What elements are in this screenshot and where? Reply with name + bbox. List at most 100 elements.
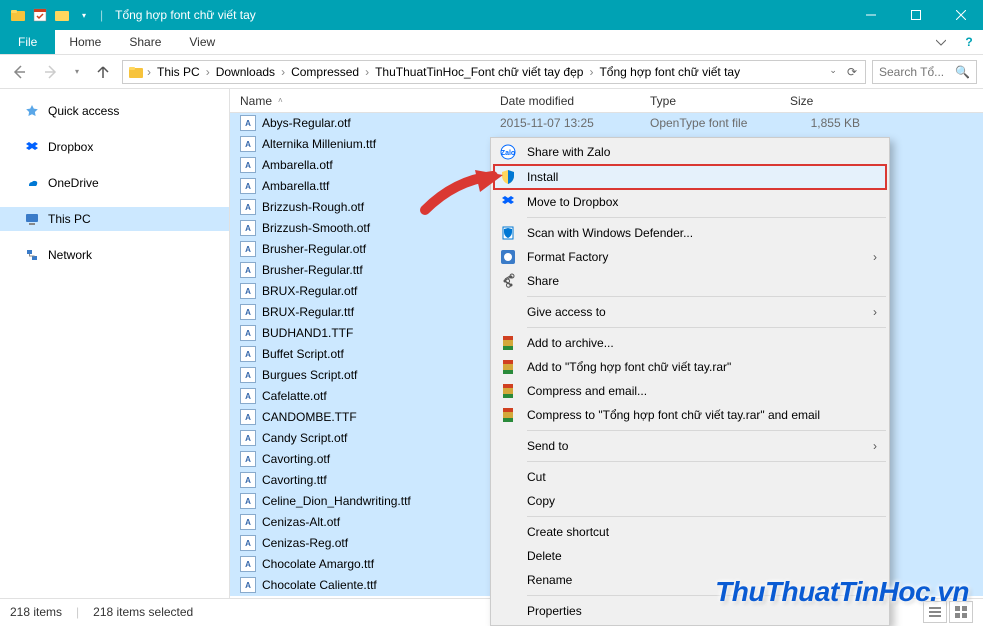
svg-text:Zalo: Zalo [501, 150, 515, 157]
search-input[interactable] [879, 65, 955, 79]
ribbon: File Home Share View ? [0, 30, 983, 55]
font-file-icon: A [240, 199, 256, 215]
sidebar-item-label: Quick access [48, 104, 119, 118]
help-icon[interactable]: ? [955, 30, 983, 54]
new-folder-icon[interactable] [52, 5, 72, 25]
font-file-icon: A [240, 241, 256, 257]
maximize-button[interactable] [893, 0, 938, 30]
menu-item-copy[interactable]: Copy [493, 489, 887, 513]
folder-icon [127, 63, 145, 81]
font-file-icon: A [240, 304, 256, 320]
star-icon [24, 103, 40, 119]
ribbon-expand-icon[interactable] [927, 30, 955, 54]
column-name[interactable]: Name˄ [230, 94, 490, 108]
menu-item-create-shortcut[interactable]: Create shortcut [493, 520, 887, 544]
window-title: Tổng hợp font chữ viết tay [115, 8, 256, 22]
sidebar-item-label: OneDrive [48, 176, 99, 190]
font-file-icon: A [240, 514, 256, 530]
sidebar-item-network[interactable]: Network [0, 243, 229, 267]
watermark: ThuThuatTinHoc.vn [715, 576, 969, 608]
context-menu: ZaloShare with ZaloInstallMove to Dropbo… [490, 137, 890, 626]
file-name: Chocolate Amargo.ttf [262, 557, 374, 571]
address-bar[interactable]: › This PC › Downloads › Compressed › Thu… [122, 60, 866, 84]
file-tab[interactable]: File [0, 30, 55, 54]
menu-item-share-with-zalo[interactable]: ZaloShare with Zalo [493, 140, 887, 164]
up-button[interactable] [90, 59, 116, 85]
chevron-right-icon[interactable]: › [363, 65, 371, 79]
close-button[interactable] [938, 0, 983, 30]
breadcrumb[interactable]: Downloads [212, 65, 279, 79]
refresh-icon[interactable]: ⟳ [843, 65, 861, 79]
menu-item-move-to-dropbox[interactable]: Move to Dropbox [493, 190, 887, 214]
chevron-right-icon[interactable]: › [587, 65, 595, 79]
column-size[interactable]: Size [780, 94, 880, 108]
font-file-icon: A [240, 472, 256, 488]
column-date[interactable]: Date modified [490, 94, 640, 108]
chevron-right-icon[interactable]: › [145, 65, 153, 79]
menu-item-add-to-archive[interactable]: Add to archive... [493, 331, 887, 355]
submenu-arrow-icon: › [873, 250, 877, 264]
font-file-icon: A [240, 451, 256, 467]
font-file-icon: A [240, 325, 256, 341]
file-name: Abys-Regular.otf [262, 116, 351, 130]
column-type[interactable]: Type [640, 94, 780, 108]
address-dropdown-icon[interactable]: ⌄ [825, 65, 841, 79]
menu-item-label: Add to archive... [527, 336, 614, 350]
forward-button[interactable] [38, 59, 64, 85]
qat-dropdown-icon[interactable]: ▾ [74, 5, 94, 25]
breadcrumb[interactable]: Compressed [287, 65, 363, 79]
file-name: BRUX-Regular.ttf [262, 305, 354, 319]
tab-share[interactable]: Share [115, 30, 175, 54]
pc-icon [24, 211, 40, 227]
breadcrumb[interactable]: ThuThuatTinHoc_Font chữ viết tay đẹp [371, 65, 587, 79]
menu-item-cut[interactable]: Cut [493, 465, 887, 489]
properties-icon[interactable] [30, 5, 50, 25]
column-headers: Name˄ Date modified Type Size [230, 89, 983, 113]
sidebar-item-this-pc[interactable]: This PC [0, 207, 229, 231]
font-file-icon: A [240, 577, 256, 593]
chevron-right-icon[interactable]: › [279, 65, 287, 79]
menu-item-share[interactable]: Share [493, 269, 887, 293]
menu-item-delete[interactable]: Delete [493, 544, 887, 568]
menu-item-label: Add to "Tổng hợp font chữ viết tay.rar" [527, 360, 731, 374]
font-file-icon: A [240, 409, 256, 425]
menu-item-give-access-to[interactable]: Give access to› [493, 300, 887, 324]
menu-item-send-to[interactable]: Send to› [493, 434, 887, 458]
file-name: Brusher-Regular.otf [262, 242, 366, 256]
breadcrumb[interactable]: Tổng hợp font chữ viết tay [595, 65, 744, 79]
tab-home[interactable]: Home [55, 30, 115, 54]
menu-item-add-to-t-ng-h-p-font-ch-vi-t-tay-rar[interactable]: Add to "Tổng hợp font chữ viết tay.rar" [493, 355, 887, 379]
tab-view[interactable]: View [175, 30, 229, 54]
search-box[interactable]: 🔍 [872, 60, 977, 84]
file-name: Cavorting.ttf [262, 473, 327, 487]
font-file-icon: A [240, 178, 256, 194]
menu-item-format-factory[interactable]: Format Factory› [493, 245, 887, 269]
menu-item-compress-to-t-ng-h-p-font-ch-vi-t-tay-rar-and-email[interactable]: Compress to "Tổng hợp font chữ viết tay.… [493, 403, 887, 427]
file-name: Celine_Dion_Handwriting.ttf [262, 494, 411, 508]
sidebar-item-quick-access[interactable]: Quick access [0, 99, 229, 123]
search-icon[interactable]: 🔍 [955, 65, 970, 79]
recent-locations-button[interactable]: ▾ [70, 59, 84, 85]
sidebar-item-dropbox[interactable]: Dropbox [0, 135, 229, 159]
font-file-icon: A [240, 556, 256, 572]
file-row[interactable]: AAbys-Regular.otf2015-11-07 13:25OpenTyp… [230, 113, 983, 134]
sidebar-item-label: Dropbox [48, 140, 93, 154]
share-icon [499, 272, 517, 290]
menu-item-install[interactable]: Install [493, 164, 887, 190]
sidebar-item-onedrive[interactable]: OneDrive [0, 171, 229, 195]
ff-icon [499, 248, 517, 266]
chevron-right-icon[interactable]: › [204, 65, 212, 79]
file-name: Cavorting.otf [262, 452, 330, 466]
breadcrumb[interactable]: This PC [153, 65, 204, 79]
dropbox-icon [24, 139, 40, 155]
back-button[interactable] [6, 59, 32, 85]
menu-item-scan-with-windows-defender[interactable]: Scan with Windows Defender... [493, 221, 887, 245]
file-type: OpenType font file [640, 116, 780, 130]
file-name: Alternika Millenium.ttf [262, 137, 376, 151]
menu-item-label: Send to [527, 439, 568, 453]
minimize-button[interactable] [848, 0, 893, 30]
folder-icon [8, 5, 28, 25]
font-file-icon: A [240, 157, 256, 173]
menu-item-compress-and-email[interactable]: Compress and email... [493, 379, 887, 403]
menu-item-label: Properties [527, 604, 582, 618]
